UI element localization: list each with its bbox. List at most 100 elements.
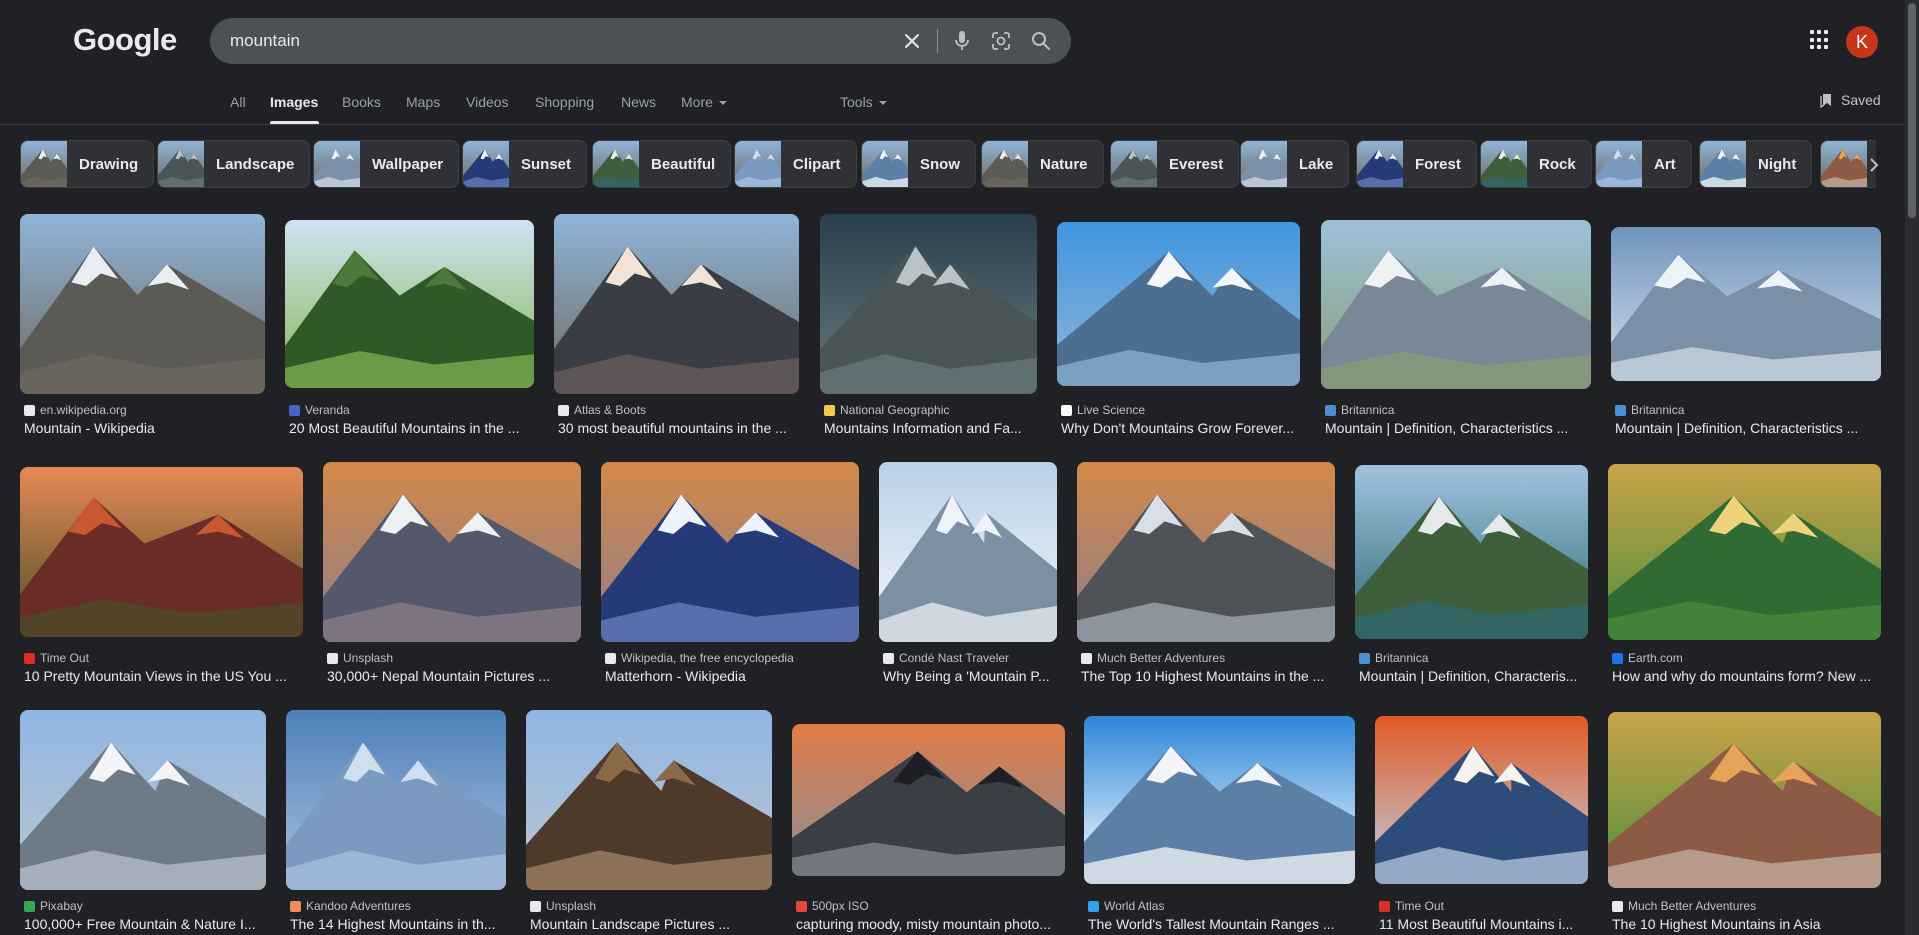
result-title[interactable]: The World's Tallest Mountain Ranges ... [1088, 916, 1355, 932]
chip-drawing[interactable]: Drawing [20, 140, 155, 188]
result-title[interactable]: 30,000+ Nepal Mountain Pictures ... [327, 668, 581, 684]
chip-clipart[interactable]: Clipart [734, 140, 857, 188]
result-source[interactable]: Live Science [1061, 403, 1300, 417]
result-title[interactable]: Matterhorn - Wikipedia [605, 668, 859, 684]
tab-tools[interactable]: Tools [840, 94, 888, 110]
result-image[interactable] [1057, 222, 1300, 386]
result-title[interactable]: 30 most beautiful mountains in the ... [558, 420, 799, 436]
result-title[interactable]: capturing moody, misty mountain photo... [796, 916, 1065, 932]
result-source[interactable]: Earth.com [1612, 651, 1881, 665]
tab-videos[interactable]: Videos [466, 94, 509, 110]
clear-search-icon[interactable] [900, 29, 924, 53]
result-source[interactable]: World Atlas [1088, 899, 1355, 913]
result-source[interactable]: Britannica [1325, 403, 1591, 417]
result-source[interactable]: Wikipedia, the free encyclopedia [605, 651, 859, 665]
result-title[interactable]: The Top 10 Highest Mountains in the ... [1081, 668, 1335, 684]
tab-maps[interactable]: Maps [406, 94, 440, 110]
result-source[interactable]: 500px ISO [796, 899, 1065, 913]
result-image[interactable] [323, 462, 581, 642]
tab-images[interactable]: Images [270, 94, 318, 110]
search-icon[interactable] [1029, 29, 1053, 53]
tab-all[interactable]: All [230, 94, 246, 110]
result-image[interactable] [1321, 220, 1591, 389]
source-favicon-icon [796, 900, 807, 912]
result-source[interactable]: Time Out [1379, 899, 1588, 913]
result-image[interactable] [554, 214, 799, 394]
result-source[interactable]: Atlas & Boots [558, 403, 799, 417]
result-image[interactable] [20, 710, 266, 890]
result-source[interactable]: Much Better Adventures [1612, 899, 1881, 913]
chip-art[interactable]: Art [1595, 140, 1692, 188]
chip-night[interactable]: Night [1699, 140, 1813, 188]
result-source[interactable]: en.wikipedia.org [24, 403, 265, 417]
result-image[interactable] [1077, 462, 1335, 642]
chip-forest[interactable]: Forest [1356, 140, 1477, 188]
result-title[interactable]: Mountains Information and Fa... [824, 420, 1037, 436]
result-source[interactable]: Unsplash [530, 899, 772, 913]
result-image[interactable] [820, 214, 1037, 394]
result-image[interactable] [1611, 227, 1881, 381]
result-image[interactable] [285, 220, 534, 388]
result-title[interactable]: Mountain | Definition, Characteristics .… [1325, 420, 1591, 436]
result-title[interactable]: Mountain Landscape Pictures ... [530, 916, 772, 932]
result-image[interactable] [286, 710, 506, 890]
result-image[interactable] [1355, 465, 1588, 639]
result-source[interactable]: Britannica [1615, 403, 1881, 417]
lens-search-icon[interactable] [989, 29, 1013, 53]
result-image[interactable] [792, 724, 1065, 876]
chip-rock[interactable]: Rock [1480, 140, 1592, 188]
tab-news[interactable]: News [621, 94, 656, 110]
chip-landscape[interactable]: Landscape [157, 140, 311, 188]
result-image[interactable] [1608, 712, 1881, 888]
saved-button[interactable]: Saved [1818, 92, 1881, 108]
result-title[interactable]: 11 Most Beautiful Mountains i... [1379, 916, 1588, 932]
result-source[interactable]: Time Out [24, 651, 303, 665]
result-image[interactable] [20, 467, 303, 637]
result-title[interactable]: Mountain | Definition, Characteris... [1359, 668, 1588, 684]
result-title[interactable]: Mountain - Wikipedia [24, 420, 265, 436]
result-image[interactable] [1608, 464, 1881, 640]
result-image[interactable] [601, 462, 859, 642]
result-source[interactable]: Veranda [289, 403, 534, 417]
result-title[interactable]: How and why do mountains form? New ... [1612, 668, 1881, 684]
result-source[interactable]: Pixabay [24, 899, 266, 913]
result-source[interactable]: Britannica [1359, 651, 1588, 665]
result-title[interactable]: 100,000+ Free Mountain & Nature I... [24, 916, 266, 932]
result-title[interactable]: Why Being a 'Mountain P... [883, 668, 1057, 684]
result-source[interactable]: Kandoo Adventures [290, 899, 506, 913]
result-title[interactable]: Why Don't Mountains Grow Forever... [1061, 420, 1300, 436]
chip-sunset[interactable]: Sunset [462, 140, 588, 188]
chip-lake[interactable]: Lake [1240, 140, 1350, 188]
search-box[interactable] [210, 18, 1071, 64]
result-title[interactable]: The 10 Highest Mountains in Asia [1612, 916, 1881, 932]
chevron-right-icon[interactable] [1862, 153, 1886, 177]
account-avatar[interactable]: K [1846, 26, 1878, 58]
tab-books[interactable]: Books [342, 94, 381, 110]
chip-thumbnail [1821, 141, 1867, 187]
scrollbar-thumb[interactable] [1908, 3, 1916, 218]
result-image[interactable] [1084, 716, 1355, 884]
result-source[interactable]: Unsplash [327, 651, 581, 665]
search-input[interactable] [230, 18, 870, 64]
result-title[interactable]: The 14 Highest Mountains in th... [290, 916, 506, 932]
chip-beautiful[interactable]: Beautiful [592, 140, 732, 188]
voice-search-icon[interactable] [950, 29, 974, 53]
tab-shopping[interactable]: Shopping [535, 94, 594, 110]
result-title[interactable]: 10 Pretty Mountain Views in the US You .… [24, 668, 303, 684]
result-title[interactable]: Mountain | Definition, Characteristics .… [1615, 420, 1881, 436]
result-image[interactable] [20, 214, 265, 394]
chip-wallpaper[interactable]: Wallpaper [313, 140, 460, 188]
result-image[interactable] [526, 710, 772, 890]
result-title[interactable]: 20 Most Beautiful Mountains in the ... [289, 420, 534, 436]
result-image[interactable] [1375, 716, 1588, 884]
google-logo[interactable]: Google [73, 22, 177, 58]
result-image[interactable] [879, 462, 1057, 642]
chip-snow[interactable]: Snow [861, 140, 976, 188]
result-source[interactable]: Much Better Adventures [1081, 651, 1335, 665]
chip-nature[interactable]: Nature [981, 140, 1104, 188]
google-apps-icon[interactable] [1810, 30, 1830, 50]
result-source[interactable]: National Geographic [824, 403, 1037, 417]
result-source[interactable]: Condé Nast Traveler [883, 651, 1057, 665]
tab-more[interactable]: More [681, 94, 728, 110]
chip-everest[interactable]: Everest [1110, 140, 1240, 188]
